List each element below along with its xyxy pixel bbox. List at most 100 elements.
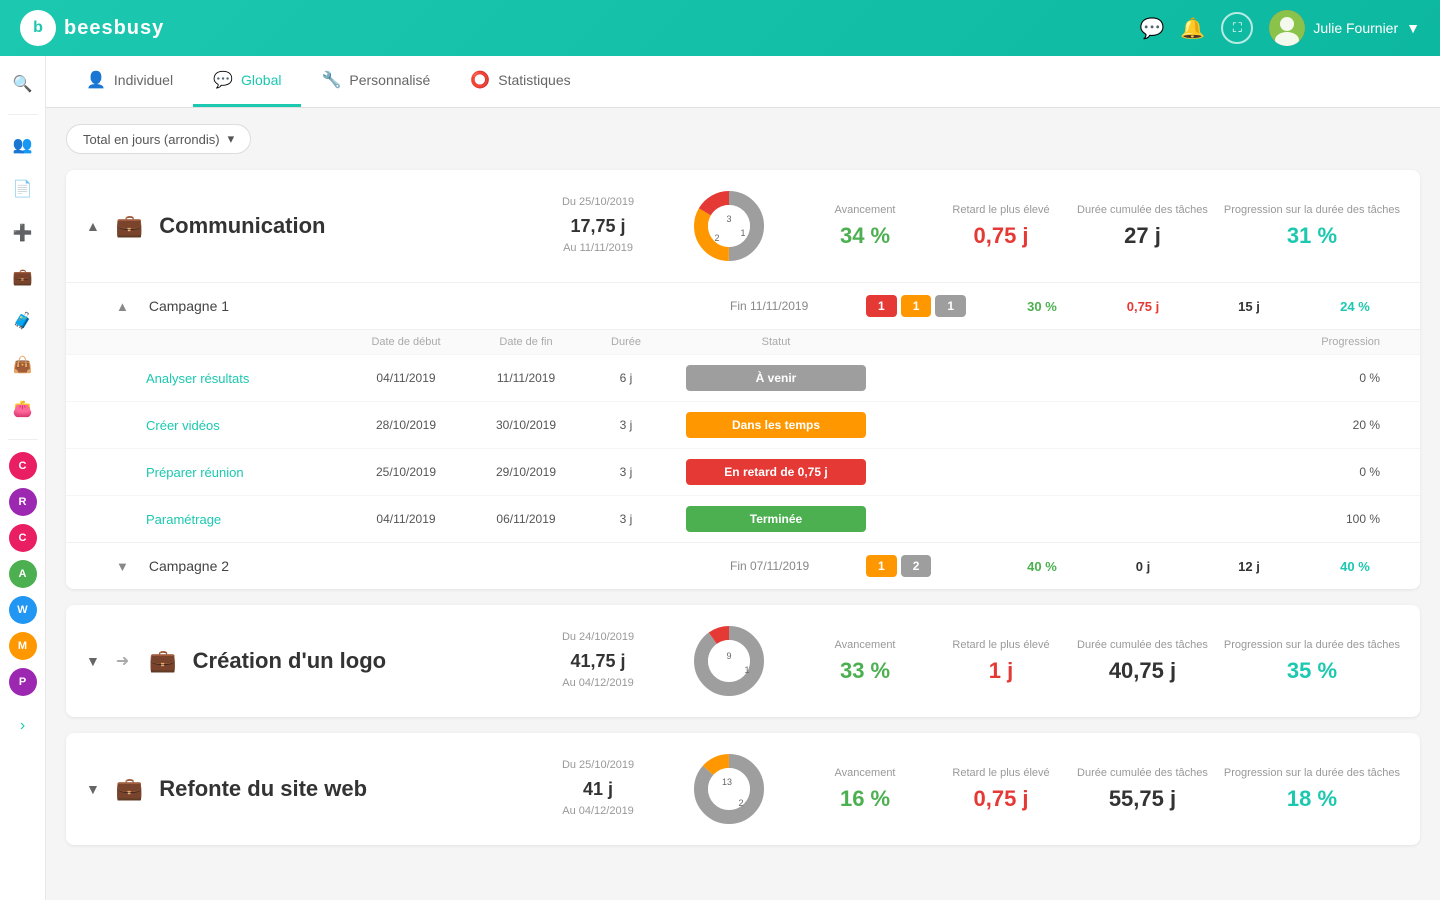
tab-individuel-icon: 👤 — [86, 70, 106, 90]
stat-retard-value: 0,75 j — [941, 223, 1061, 249]
task-row-analyser: Analyser résultats 04/11/2019 11/11/2019… — [66, 354, 1420, 401]
filter-dropdown[interactable]: Total en jours (arrondis) ▾ — [66, 124, 251, 154]
sidebar-item-search[interactable]: 🔍 — [5, 66, 41, 102]
sidebar-letter-w[interactable]: W — [9, 596, 37, 624]
notifications-icon[interactable]: 🔔 — [1180, 16, 1205, 41]
tab-global[interactable]: 💬 Global — [193, 56, 301, 107]
camp-duree-campagne2: 12 j — [1204, 559, 1294, 574]
avatar — [1269, 10, 1305, 46]
task-name-analyser[interactable]: Analyser résultats — [146, 371, 346, 386]
task-header-date-fin: Date de fin — [466, 336, 586, 348]
svg-text:1: 1 — [745, 665, 750, 675]
sidebar-item-portfolio1[interactable]: 💼 — [5, 259, 41, 295]
tab-personnalise[interactable]: 🔧 Personnalisé — [301, 56, 450, 107]
stat-avancement-logo-value: 33 % — [805, 658, 925, 684]
task-name-parametrage[interactable]: Paramétrage — [146, 512, 346, 527]
logo-text: beesbusy — [64, 17, 164, 40]
project-duration3: 41 j — [543, 775, 653, 804]
sidebar-item-portfolio3[interactable]: 👜 — [5, 347, 41, 383]
project-duration: 17,75 j — [543, 212, 653, 241]
task-progress-creer: 20 % — [886, 418, 1400, 432]
campaign-expand-campagne2[interactable]: ▼ — [116, 559, 129, 574]
task-name-creer[interactable]: Créer vidéos — [146, 418, 346, 433]
project-duration2: 41,75 j — [543, 647, 653, 676]
project-expand-refonte[interactable]: ▼ — [86, 781, 100, 797]
task-progress-parametrage: 100 % — [886, 512, 1400, 526]
task-duree-preparer: 3 j — [586, 465, 666, 479]
project-header-refonte: ▼ 💼 Refonte du site web Du 25/10/2019 41… — [66, 733, 1420, 845]
task-debut-parametrage: 04/11/2019 — [346, 512, 466, 526]
project-icon-creation-logo: 💼 — [149, 648, 176, 674]
campaign-row-campagne1: ▲ Campagne 1 Fin 11/11/2019 1 1 1 30 % 0… — [66, 282, 1420, 329]
task-header-name — [146, 336, 346, 348]
sidebar-letter-c1[interactable]: C — [9, 452, 37, 480]
task-fin-preparer: 29/10/2019 — [466, 465, 586, 479]
task-status-analyser: À venir — [686, 365, 866, 391]
project-header-communication: ▲ 💼 Communication Du 25/10/2019 17,75 j … — [66, 170, 1420, 282]
project-expand-communication[interactable]: ▲ — [86, 218, 100, 234]
task-name-preparer[interactable]: Préparer réunion — [146, 465, 346, 480]
donut-svg-creation-logo: 9 1 — [689, 621, 769, 701]
campaign-pills-campagne1: 1 1 1 — [866, 295, 986, 317]
user-dropdown-icon[interactable]: ▼ — [1406, 20, 1420, 36]
project-name-refonte: Refonte du site web — [159, 776, 527, 802]
main-layout: 🔍 👥 📄 ➕ 💼 🧳 👜 👛 C R C A W M P › 👤 Indivi… — [0, 56, 1440, 900]
stat-avancement-logo: Avancement 33 % — [805, 638, 925, 684]
project-date-to3: Au 04/12/2019 — [543, 803, 653, 821]
pill-gray2: 2 — [901, 555, 932, 577]
tab-global-icon: 💬 — [213, 70, 233, 90]
sidebar-letter-a[interactable]: A — [9, 560, 37, 588]
campaign-expand-campagne1[interactable]: ▲ — [116, 299, 129, 314]
stat-progression-value: 31 % — [1224, 223, 1400, 249]
project-expand-creation-logo[interactable]: ▼ — [86, 653, 100, 669]
sidebar-item-portfolio2[interactable]: 🧳 — [5, 303, 41, 339]
messages-icon[interactable]: 💬 — [1140, 16, 1165, 41]
sidebar-letter-m[interactable]: M — [9, 632, 37, 660]
stat-duree-logo-value: 40,75 j — [1077, 658, 1208, 684]
sidebar-item-documents[interactable]: 📄 — [5, 171, 41, 207]
sidebar-divider — [8, 114, 38, 115]
sidebar-letter-c2[interactable]: C — [9, 524, 37, 552]
app-header: b beesbusy 💬 🔔 ⛶ Julie Fournier ▼ — [0, 0, 1440, 56]
user-menu[interactable]: Julie Fournier ▼ — [1269, 10, 1420, 46]
task-header-statut: Statut — [666, 336, 886, 348]
project-date-to: Au 11/11/2019 — [543, 240, 653, 258]
project-date-from2: Du 24/10/2019 — [543, 629, 653, 647]
stat-retard-refonte: Retard le plus élevé 0,75 j — [941, 766, 1061, 812]
sidebar-expand[interactable]: › — [5, 708, 41, 744]
project-card-communication: ▲ 💼 Communication Du 25/10/2019 17,75 j … — [66, 170, 1420, 589]
task-progress-analyser: 0 % — [886, 371, 1400, 385]
task-duree-analyser: 6 j — [586, 371, 666, 385]
camp-avancement-campagne2: 40 % — [1002, 559, 1082, 574]
sidebar-item-add[interactable]: ➕ — [5, 215, 41, 251]
stat-retard-communication: Retard le plus élevé 0,75 j — [941, 203, 1061, 249]
pill-orange2: 1 — [866, 555, 897, 577]
task-status-preparer: En retard de 0,75 j — [686, 459, 866, 485]
stat-duree-value: 27 j — [1077, 223, 1208, 249]
donut-creation-logo: 9 1 — [689, 621, 769, 701]
task-status-wrap-preparer: En retard de 0,75 j — [666, 459, 886, 485]
camp-progression-campagne2: 40 % — [1310, 559, 1400, 574]
tab-individuel[interactable]: 👤 Individuel — [66, 56, 193, 107]
donut-refonte: 13 2 — [689, 749, 769, 829]
task-header-progression: Progression — [886, 336, 1400, 348]
svg-text:2: 2 — [739, 798, 744, 808]
fullscreen-button[interactable]: ⛶ — [1221, 12, 1253, 44]
sidebar-item-portfolio4[interactable]: 👛 — [5, 391, 41, 427]
project-date-to2: Au 04/12/2019 — [543, 675, 653, 693]
campaign-pills-campagne2: 1 2 — [866, 555, 986, 577]
project-dates-communication: Du 25/10/2019 17,75 j Au 11/11/2019 — [543, 194, 653, 258]
task-progress-preparer: 0 % — [886, 465, 1400, 479]
sidebar-letter-r[interactable]: R — [9, 488, 37, 516]
task-status-parametrage: Terminée — [686, 506, 866, 532]
camp-progression-campagne1: 24 % — [1310, 299, 1400, 314]
link-arrow-icon: ➜ — [116, 651, 129, 671]
svg-text:2: 2 — [715, 233, 720, 243]
project-name-communication: Communication — [159, 213, 527, 239]
sidebar-item-users[interactable]: 👥 — [5, 127, 41, 163]
tab-statistiques-icon: ⭕ — [470, 70, 490, 90]
sidebar-letter-p[interactable]: P — [9, 668, 37, 696]
camp-avancement-campagne1: 30 % — [1002, 299, 1082, 314]
tab-statistiques[interactable]: ⭕ Statistiques — [450, 56, 590, 107]
task-header: Date de début Date de fin Durée Statut P… — [66, 329, 1420, 354]
